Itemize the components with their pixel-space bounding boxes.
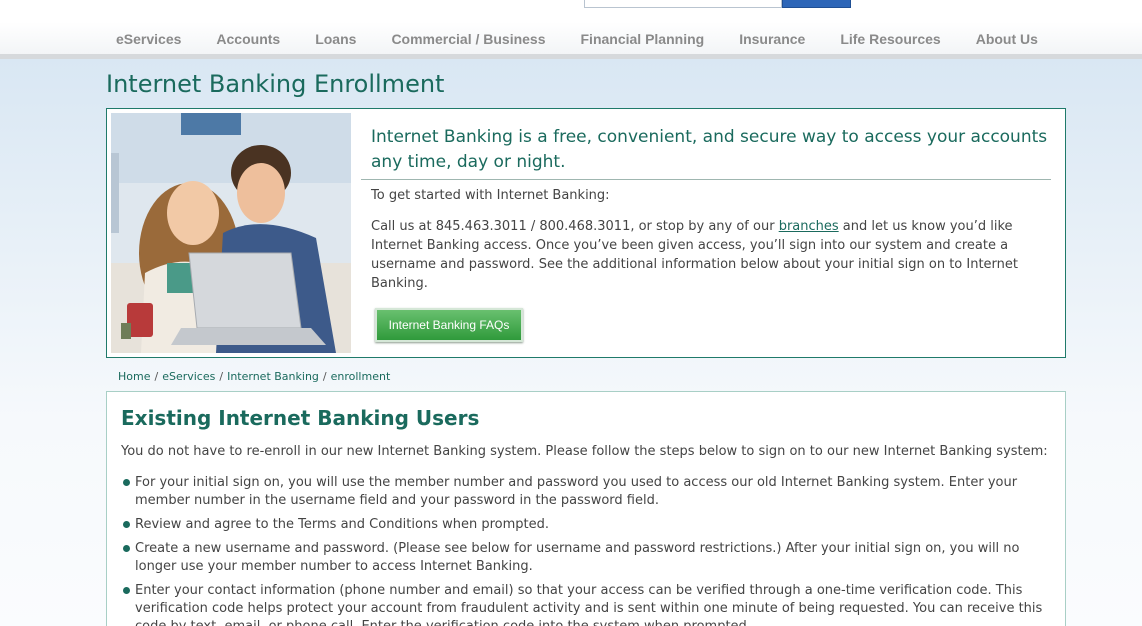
- hero-photo-illustration: [111, 113, 351, 353]
- hero-divider: [361, 179, 1051, 180]
- breadcrumb-separator: /: [322, 370, 327, 383]
- breadcrumb-home[interactable]: Home: [118, 370, 150, 383]
- hero-body-text-1: Call us at 845.463.3011 / 800.468.3011, …: [371, 219, 779, 234]
- breadcrumb-separator: /: [219, 370, 224, 383]
- breadcrumb: Home / eServices / Internet Banking / enrollme…: [118, 370, 390, 383]
- search-box[interactable]: [584, 0, 782, 14]
- page-title: Internet Banking Enrollment: [106, 70, 445, 98]
- step-text: Enter your contact information (phone nu…: [135, 583, 1043, 626]
- nav-item-life-resources[interactable]: Life Resources: [840, 31, 940, 47]
- nav-items: eServices Accounts Loans Commercial / Bu…: [116, 31, 1073, 47]
- search-input[interactable]: [585, 1, 781, 14]
- list-item: Review and agree to the Terms and Condit…: [121, 516, 1051, 534]
- nav-item-insurance[interactable]: Insurance: [739, 31, 805, 47]
- bullet-icon: [123, 587, 130, 594]
- enrollment-steps: For your initial sign on, you will use t…: [121, 474, 1051, 626]
- branches-link[interactable]: branches: [779, 219, 839, 234]
- list-item: Create a new username and password. (Ple…: [121, 540, 1051, 576]
- step-text: Review and agree to the Terms and Condit…: [135, 517, 550, 532]
- existing-users-panel: Existing Internet Banking Users You do n…: [106, 391, 1066, 626]
- bullet-icon: [123, 479, 130, 486]
- hero-body: Call us at 845.463.3011 / 800.468.3011, …: [371, 217, 1031, 293]
- step-text: Create a new username and password. (Ple…: [135, 541, 1020, 574]
- list-item: Enter your contact information (phone nu…: [121, 582, 1051, 626]
- internet-banking-faqs-button[interactable]: Internet Banking FAQs: [375, 308, 523, 342]
- top-strip: [0, 0, 1142, 22]
- nav-item-about-us[interactable]: About Us: [976, 31, 1038, 47]
- hero-panel: Internet Banking is a free, convenient, …: [106, 108, 1066, 358]
- hero-headline: Internet Banking is a free, convenient, …: [371, 127, 1048, 172]
- breadcrumb-separator: /: [154, 370, 159, 383]
- step-text: For your initial sign on, you will use t…: [135, 475, 1018, 508]
- existing-users-title: Existing Internet Banking Users: [121, 406, 480, 430]
- breadcrumb-eservices[interactable]: eServices: [162, 370, 215, 383]
- breadcrumb-internet-banking[interactable]: Internet Banking: [227, 370, 319, 383]
- list-item: For your initial sign on, you will use t…: [121, 474, 1051, 510]
- bullet-icon: [123, 545, 130, 552]
- nav-item-commercial-business[interactable]: Commercial / Business: [391, 31, 545, 47]
- hero-intro: To get started with Internet Banking:: [371, 188, 610, 203]
- breadcrumb-enrollment[interactable]: enrollment: [331, 370, 391, 383]
- main-nav: eServices Accounts Loans Commercial / Bu…: [0, 22, 1142, 54]
- nav-item-loans[interactable]: Loans: [315, 31, 356, 47]
- bullet-icon: [123, 521, 130, 528]
- nav-item-financial-planning[interactable]: Financial Planning: [581, 31, 705, 47]
- nav-item-accounts[interactable]: Accounts: [216, 31, 280, 47]
- existing-users-intro: You do not have to re-enroll in our new …: [121, 444, 1048, 459]
- search-button[interactable]: [782, 0, 851, 8]
- nav-item-eservices[interactable]: eServices: [116, 31, 181, 47]
- hero-photo-couple-laptop: [111, 113, 351, 353]
